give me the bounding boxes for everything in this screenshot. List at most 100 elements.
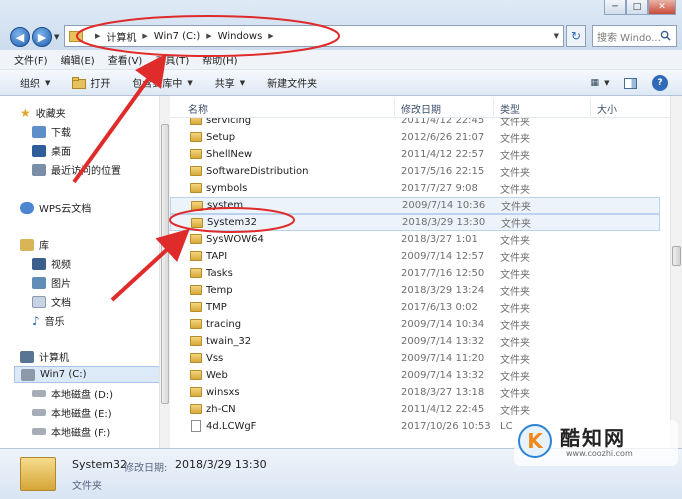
- preview-pane-button[interactable]: [622, 75, 638, 91]
- chevron-right-icon[interactable]: ▶: [95, 32, 100, 40]
- open-button[interactable]: 打开: [72, 75, 110, 90]
- table-row[interactable]: twain_32 2009/7/14 13:32 文件夹: [170, 333, 660, 350]
- nav-music[interactable]: ♪ 音乐: [32, 312, 65, 329]
- nav-drive-e[interactable]: 本地磁盘 (E:): [32, 404, 112, 421]
- recent-pages-dropdown[interactable]: ▼: [54, 33, 59, 41]
- table-row[interactable]: Web 2009/7/14 13:32 文件夹: [170, 367, 660, 384]
- nav-scrollbar-thumb[interactable]: [161, 124, 169, 404]
- maximize-button[interactable]: □: [626, 0, 648, 15]
- file-date: 2018/3/27 13:18: [401, 387, 485, 398]
- back-button[interactable]: ◀: [10, 27, 30, 47]
- grid-view-icon: ▦: [590, 78, 600, 88]
- table-row[interactable]: system 2009/7/14 10:36 文件夹: [170, 197, 660, 214]
- close-icon: ✕: [658, 2, 666, 12]
- file-name: Temp: [206, 285, 233, 296]
- table-row[interactable]: servicing 2011/4/12 22:45 文件夹: [170, 118, 660, 129]
- nav-drive-d-label: 本地磁盘 (D:): [51, 390, 114, 401]
- file-name: tracing: [206, 319, 242, 330]
- nav-libraries[interactable]: 库: [20, 236, 49, 253]
- folder-icon: [190, 302, 202, 312]
- menu-view[interactable]: 查看(V): [108, 52, 143, 67]
- menu-edit[interactable]: 编辑(E): [61, 52, 95, 67]
- table-row[interactable]: System32 2018/3/29 13:30 文件夹: [170, 214, 660, 231]
- menu-help[interactable]: 帮助(H): [202, 52, 237, 67]
- folder-icon: [190, 183, 202, 193]
- address-field[interactable]: ▶ 计算机 ▶ Win7 (C:) ▶ Windows ▶ ▼: [64, 25, 564, 47]
- column-name[interactable]: 名称: [188, 101, 208, 116]
- refresh-icon: ↻: [570, 29, 582, 43]
- nav-drive-d[interactable]: 本地磁盘 (D:): [32, 385, 113, 402]
- details-name: System32: [72, 458, 128, 471]
- file-date: 2009/7/14 13:32: [401, 336, 485, 347]
- view-options-button[interactable]: ▦ ▼: [590, 75, 610, 91]
- refresh-button[interactable]: ↻: [566, 25, 586, 47]
- table-row[interactable]: Temp 2018/3/29 13:24 文件夹: [170, 282, 660, 299]
- include-in-library-button[interactable]: 包含到库中 ▼: [132, 75, 192, 91]
- hard-drive-icon: [32, 390, 46, 397]
- new-folder-button[interactable]: 新建文件夹: [267, 75, 317, 90]
- table-row[interactable]: TAPI 2009/7/14 12:57 文件夹: [170, 248, 660, 265]
- folder-icon: [190, 118, 202, 125]
- folder-icon: [191, 201, 203, 211]
- table-row[interactable]: symbols 2017/7/27 9:08 文件夹: [170, 180, 660, 197]
- nav-videos[interactable]: 视频: [32, 255, 71, 272]
- details-type: 文件夹: [72, 481, 102, 492]
- column-size[interactable]: 大小: [597, 101, 617, 116]
- chevron-down-icon: ▼: [45, 78, 51, 87]
- column-date[interactable]: 修改日期: [401, 101, 441, 116]
- column-divider[interactable]: [493, 98, 494, 116]
- nav-computer[interactable]: 计算机: [20, 348, 69, 365]
- file-name: zh-CN: [206, 404, 236, 415]
- address-dropdown[interactable]: ▼: [554, 32, 559, 40]
- nav-documents[interactable]: 文档: [32, 293, 71, 310]
- file-list-scrollbar[interactable]: [670, 96, 682, 448]
- file-name: SoftwareDistribution: [206, 166, 309, 177]
- chevron-down-icon: ▼: [239, 78, 246, 87]
- table-row[interactable]: zh-CN 2011/4/12 22:45 文件夹: [170, 401, 660, 418]
- forward-button[interactable]: ▶: [32, 27, 52, 47]
- column-divider[interactable]: [590, 98, 591, 116]
- file-date: 2018/3/29 13:24: [401, 285, 485, 296]
- column-type[interactable]: 类型: [500, 101, 520, 116]
- nav-recent[interactable]: 最近访问的位置: [32, 161, 121, 178]
- help-icon[interactable]: ?: [652, 75, 668, 91]
- share-button[interactable]: 共享 ▼: [215, 75, 246, 91]
- nav-pictures[interactable]: 图片: [32, 274, 71, 291]
- nav-desktop[interactable]: 桌面: [32, 142, 71, 159]
- nav-drive-f[interactable]: 本地磁盘 (F:): [32, 423, 110, 440]
- table-row[interactable]: Vss 2009/7/14 11:20 文件夹: [170, 350, 660, 367]
- menu-file[interactable]: 文件(F): [14, 52, 48, 67]
- menu-tools[interactable]: 工具(T): [155, 52, 189, 67]
- organize-button[interactable]: 组织 ▼: [20, 75, 51, 91]
- file-list-scrollbar-thumb[interactable]: [672, 246, 681, 266]
- chevron-right-icon[interactable]: ▶: [206, 32, 211, 40]
- chevron-right-icon[interactable]: ▶: [142, 32, 147, 40]
- watermark: K 酷知网 www.coozhi.com: [514, 420, 678, 466]
- table-row[interactable]: Setup 2012/6/26 21:07 文件夹: [170, 129, 660, 146]
- close-button[interactable]: ✕: [648, 0, 676, 15]
- folder-icon: [190, 370, 202, 380]
- nav-pictures-label: 图片: [51, 279, 71, 290]
- table-row[interactable]: TMP 2017/6/13 0:02 文件夹: [170, 299, 660, 316]
- table-row[interactable]: tracing 2009/7/14 10:34 文件夹: [170, 316, 660, 333]
- nav-downloads[interactable]: 下载: [32, 123, 71, 140]
- nav-drive-c[interactable]: Win7 (C:): [14, 366, 160, 383]
- file-name: ShellNew: [206, 149, 253, 160]
- breadcrumb-drive-c[interactable]: Win7 (C:): [154, 31, 200, 42]
- breadcrumb-windows[interactable]: Windows: [218, 31, 263, 42]
- table-row[interactable]: Tasks 2017/7/16 12:50 文件夹: [170, 265, 660, 282]
- folder-icon: [190, 319, 202, 329]
- chevron-right-icon[interactable]: ▶: [268, 32, 273, 40]
- nav-scrollbar[interactable]: [159, 96, 170, 448]
- table-row[interactable]: ShellNew 2011/4/12 22:57 文件夹: [170, 146, 660, 163]
- column-divider[interactable]: [394, 98, 395, 116]
- nav-favorites[interactable]: ★ 收藏夹: [20, 104, 66, 121]
- table-row[interactable]: winsxs 2018/3/27 13:18 文件夹: [170, 384, 660, 401]
- minimize-button[interactable]: ─: [604, 0, 626, 15]
- table-row[interactable]: SysWOW64 2018/3/27 1:01 文件夹: [170, 231, 660, 248]
- search-input[interactable]: 搜索 Windo...: [592, 25, 677, 47]
- breadcrumb-computer[interactable]: 计算机: [106, 29, 136, 44]
- folder-icon: [190, 387, 202, 397]
- nav-wps-cloud[interactable]: WPS云文档: [20, 199, 91, 216]
- table-row[interactable]: SoftwareDistribution 2017/5/16 22:15 文件夹: [170, 163, 660, 180]
